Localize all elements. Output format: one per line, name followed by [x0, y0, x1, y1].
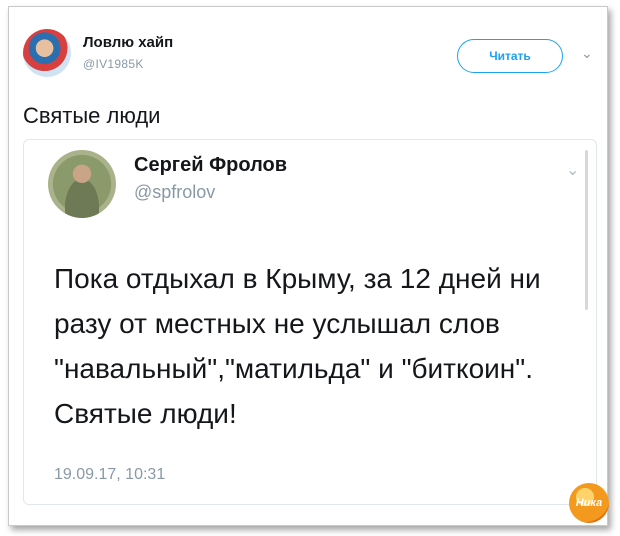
quoted-tweet-text: Пока отдыхал в Крыму, за 12 дней ни разу…	[54, 263, 541, 429]
quoted-author-handle[interactable]: @spfrolov	[134, 182, 215, 203]
tweet-timestamp[interactable]: 19.09.17, 10:31	[54, 466, 165, 484]
author-handle[interactable]: @IV1985K	[83, 57, 144, 71]
quoted-tweet[interactable]: Сергей Фролов @spfrolov ⌄ Пока отдыхал в…	[23, 139, 597, 505]
quoted-author-name[interactable]: Сергей Фролов	[134, 154, 287, 177]
tweet-card: Ловлю хайп @IV1985K Читать ⌄ Святые люди…	[8, 6, 609, 526]
author-name[interactable]: Ловлю хайп	[83, 34, 173, 51]
tweet-text: Святые люди	[23, 103, 161, 128]
follow-button[interactable]: Читать	[457, 39, 563, 73]
scrollbar[interactable]	[585, 150, 588, 310]
watermark-logo: Ника	[569, 483, 609, 523]
avatar[interactable]	[23, 29, 71, 77]
quoted-avatar[interactable]	[48, 150, 116, 218]
chevron-down-icon[interactable]: ⌄	[566, 160, 579, 180]
chevron-down-icon[interactable]: ⌄	[581, 46, 593, 60]
